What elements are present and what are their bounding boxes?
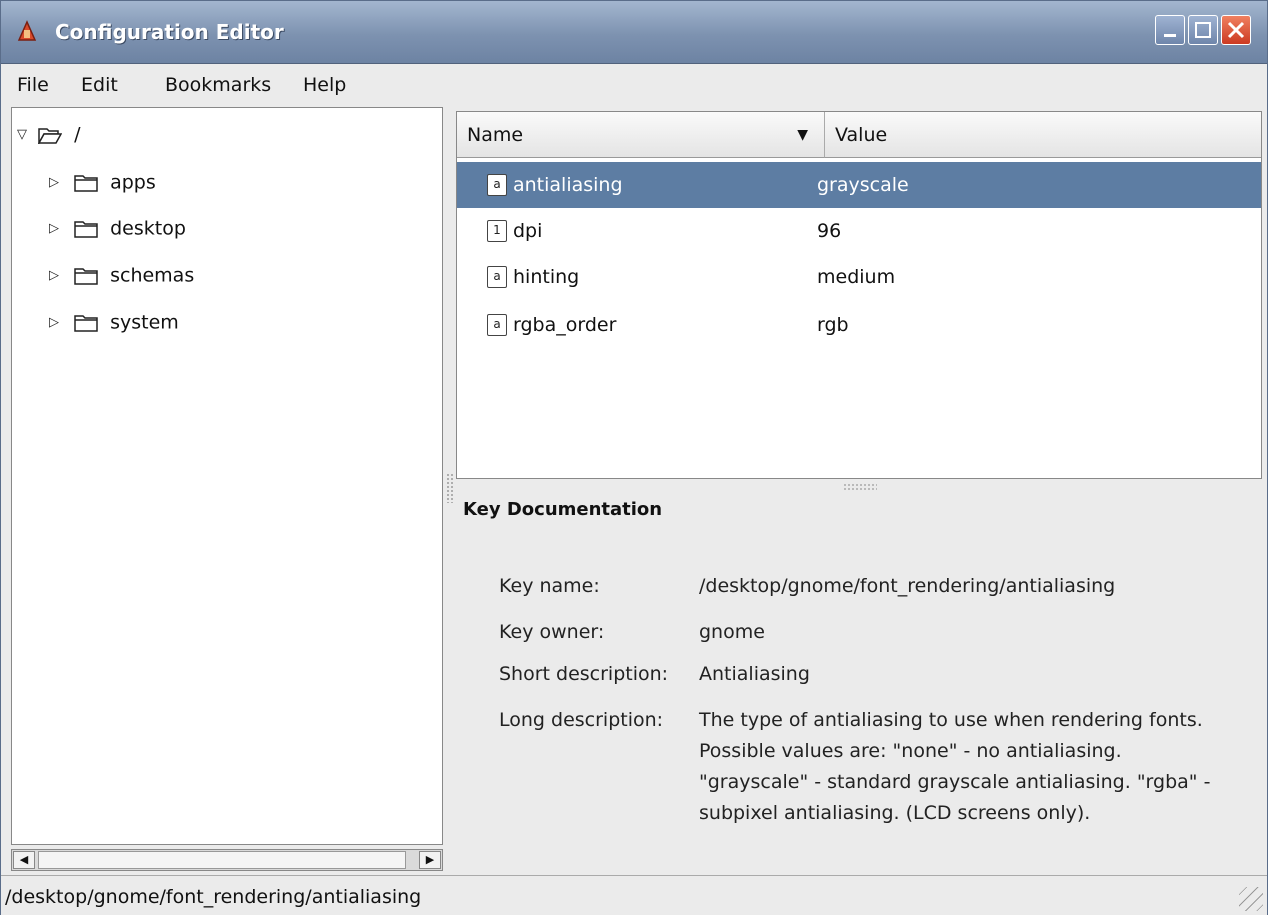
maximize-button[interactable] <box>1188 15 1218 45</box>
configuration-editor-window: Configuration Editor File Edit Bookmarks… <box>0 0 1268 915</box>
tree-item-label: system <box>110 311 179 334</box>
key-value: medium <box>817 266 896 288</box>
short-description-value: Antialiasing <box>699 663 810 685</box>
string-key-icon: a <box>487 314 507 336</box>
minimize-button[interactable] <box>1155 15 1185 45</box>
close-button[interactable] <box>1221 15 1251 45</box>
short-description-label: Short description: <box>499 663 669 685</box>
tree-item-label: desktop <box>110 217 186 240</box>
menu-file[interactable]: File <box>17 74 49 96</box>
menu-edit[interactable]: Edit <box>81 74 118 96</box>
key-list[interactable]: Name ▼ Value a antialiasing grayscale 1 … <box>456 111 1262 479</box>
maximize-icon <box>1195 22 1211 38</box>
window-title: Configuration Editor <box>55 20 284 44</box>
tree-item-label: apps <box>110 171 156 194</box>
key-name: hinting <box>513 266 580 288</box>
resize-grip-icon[interactable] <box>1239 887 1263 911</box>
key-row-hinting[interactable]: a hinting medium <box>457 254 1261 300</box>
key-row-antialiasing[interactable]: a antialiasing grayscale <box>457 162 1261 208</box>
key-name-label: Key name: <box>499 575 600 597</box>
key-documentation-heading: Key Documentation <box>463 499 663 520</box>
folder-icon <box>74 220 98 238</box>
menu-bookmarks[interactable]: Bookmarks <box>165 74 271 96</box>
key-name-value: /desktop/gnome/font_rendering/antialiasi… <box>699 575 1116 597</box>
key-name: rgba_order <box>513 314 617 336</box>
key-row-rgba-order[interactable]: a rgba_order rgb <box>457 302 1261 348</box>
tree-item-desktop[interactable]: ▷ desktop <box>46 210 186 246</box>
column-header-name[interactable]: Name ▼ <box>457 112 825 158</box>
key-value: rgb <box>817 314 849 336</box>
string-key-icon: a <box>487 174 507 196</box>
tree-item-label: / <box>74 123 81 146</box>
status-path: /desktop/gnome/font_rendering/antialiasi… <box>5 886 422 908</box>
expand-arrow-icon[interactable]: ▷ <box>46 305 62 341</box>
folder-icon <box>74 174 98 192</box>
folder-icon <box>74 267 98 285</box>
close-icon <box>1227 21 1245 39</box>
menu-help[interactable]: Help <box>303 74 346 96</box>
key-value: 96 <box>817 220 842 242</box>
menu-bar: File Edit Bookmarks Help <box>1 64 1267 106</box>
key-owner-label: Key owner: <box>499 621 605 643</box>
collapse-arrow-icon[interactable]: ▽ <box>14 117 30 153</box>
tree-horizontal-scrollbar[interactable]: ◀ ▶ <box>11 849 443 871</box>
key-name: dpi <box>513 220 543 242</box>
column-header-value-label: Value <box>835 124 888 146</box>
sort-descending-icon: ▼ <box>797 127 808 143</box>
open-folder-icon <box>38 127 63 144</box>
tree-item-label: schemas <box>110 264 195 287</box>
key-value: grayscale <box>817 174 909 196</box>
directory-tree[interactable]: ▽ / ▷ apps ▷ desktop ▷ schemas ▷ system <box>11 107 443 845</box>
string-key-icon: a <box>487 266 507 288</box>
documentation-splitter-handle[interactable] <box>843 483 877 491</box>
key-owner-value: gnome <box>699 621 765 643</box>
tree-item-apps[interactable]: ▷ apps <box>46 164 156 200</box>
expand-arrow-icon[interactable]: ▷ <box>46 165 62 201</box>
title-bar[interactable]: Configuration Editor <box>1 1 1267 64</box>
scrollbar-thumb[interactable] <box>38 851 406 869</box>
key-row-dpi[interactable]: 1 dpi 96 <box>457 208 1261 254</box>
minimize-icon <box>1164 34 1176 37</box>
configuration-editor-icon <box>17 20 37 41</box>
status-bar: /desktop/gnome/font_rendering/antialiasi… <box>1 875 1267 915</box>
expand-arrow-icon[interactable]: ▷ <box>46 211 62 247</box>
long-description-label: Long description: <box>499 709 664 731</box>
tree-item-system[interactable]: ▷ system <box>46 304 179 340</box>
scroll-right-arrow-icon[interactable]: ▶ <box>419 851 441 869</box>
scroll-left-arrow-icon[interactable]: ◀ <box>13 851 35 869</box>
key-name: antialiasing <box>513 174 623 196</box>
pane-splitter-handle[interactable] <box>446 473 454 503</box>
column-header-name-label: Name <box>467 124 524 146</box>
tree-item-root[interactable]: ▽ / <box>14 116 81 152</box>
folder-icon <box>74 314 98 332</box>
column-header-value[interactable]: Value <box>825 112 1261 158</box>
integer-key-icon: 1 <box>487 220 507 242</box>
tree-item-schemas[interactable]: ▷ schemas <box>46 257 194 293</box>
long-description-value: The type of antialiasing to use when ren… <box>699 709 1211 824</box>
expand-arrow-icon[interactable]: ▷ <box>46 258 62 294</box>
